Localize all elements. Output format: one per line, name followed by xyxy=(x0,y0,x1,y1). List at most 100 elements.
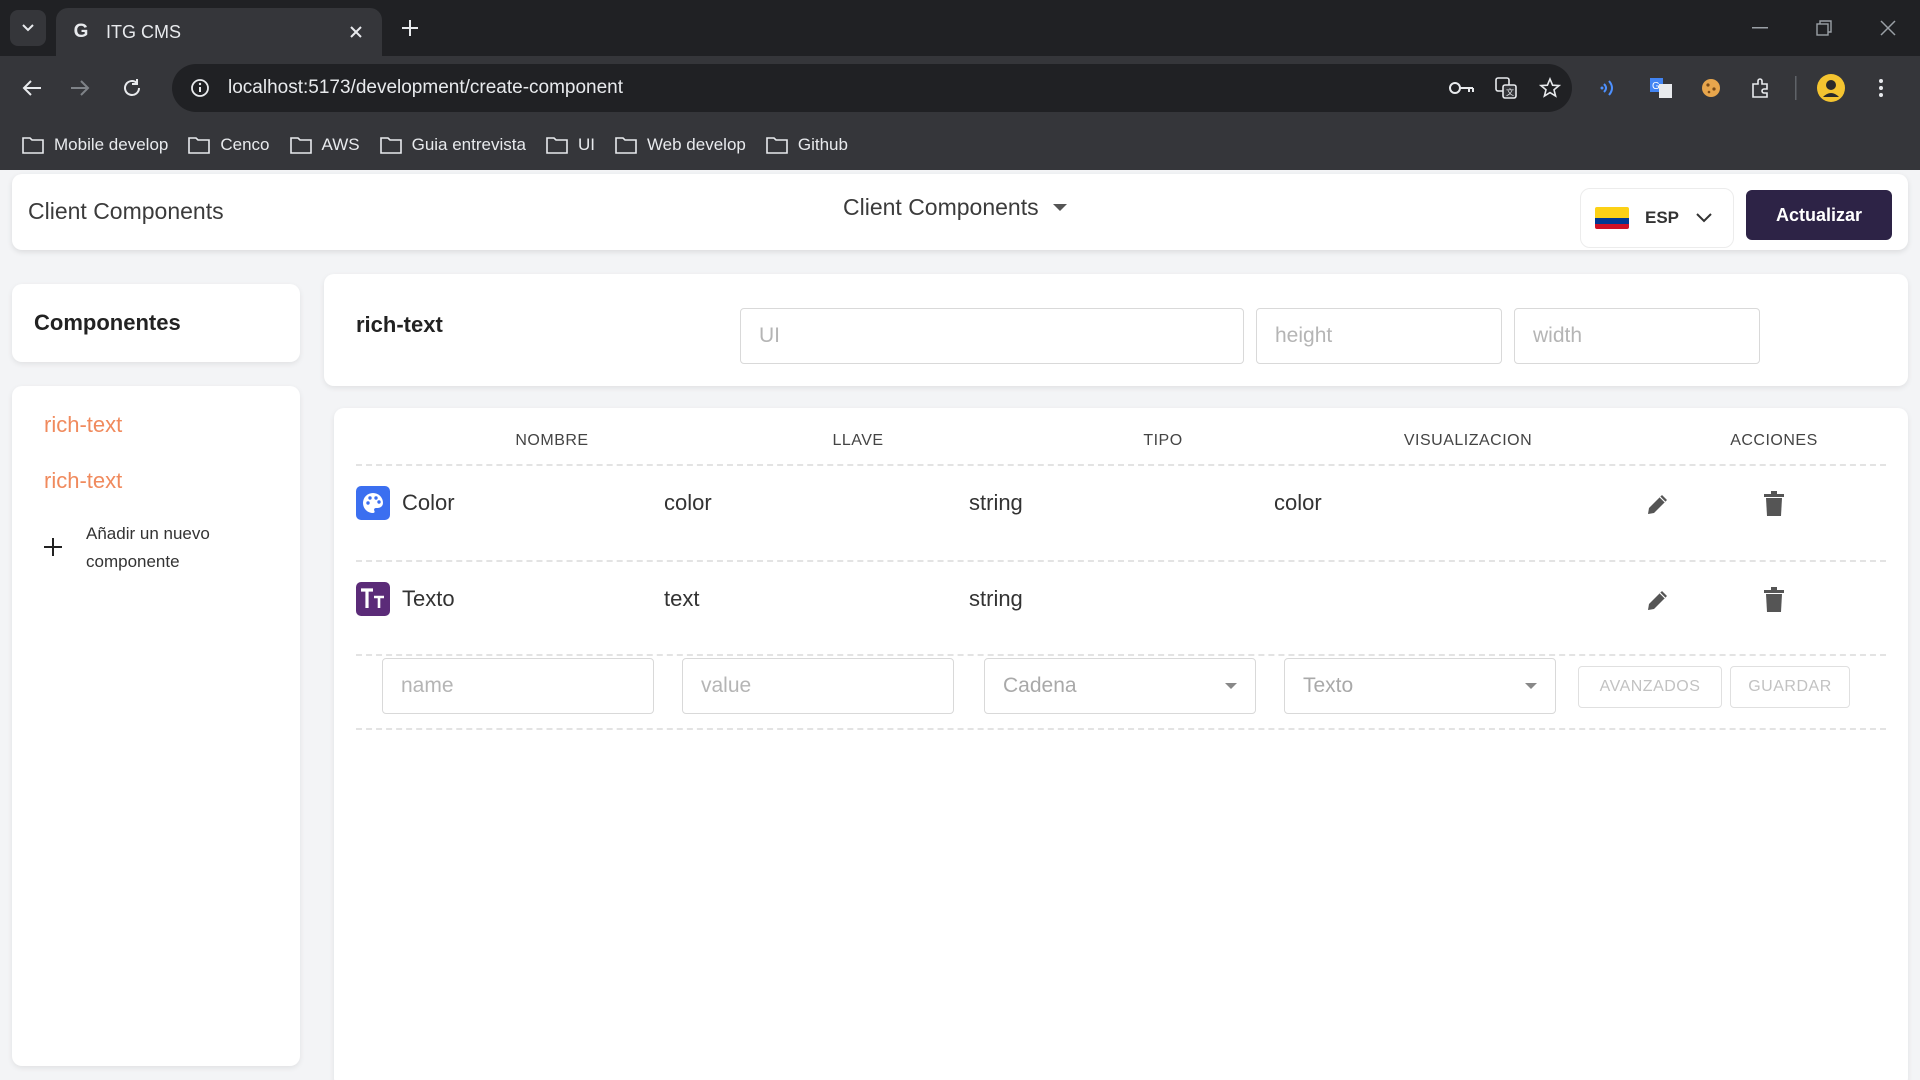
bookmarks-bar: Mobile develop Cenco AWS Guia entrevista… xyxy=(0,120,1920,170)
folder-icon xyxy=(289,137,312,154)
tab-search-button[interactable] xyxy=(10,10,46,46)
app-header: Client Components Client Components ESP … xyxy=(12,174,1908,250)
svg-text:G: G xyxy=(1652,81,1660,92)
language-code: ESP xyxy=(1645,208,1680,227)
browser-toolbar: localhost:5173/development/create-compon… xyxy=(0,56,1920,120)
extensions-puzzle-icon[interactable] xyxy=(1736,64,1786,112)
column-header-nombre: NOMBRE xyxy=(515,432,589,449)
bookmark-folder[interactable]: Web develop xyxy=(607,128,758,162)
bookmark-label: Mobile develop xyxy=(54,135,169,154)
advanced-button[interactable]: AVANZADOS xyxy=(1578,666,1722,708)
field-name: Color xyxy=(402,490,455,515)
browser-tab[interactable]: G ITG CMS xyxy=(56,8,382,56)
window-controls xyxy=(1728,0,1920,56)
toolbar-divider xyxy=(1786,64,1806,112)
tab-title: ITG CMS xyxy=(106,21,181,42)
new-field-display-select[interactable]: Texto xyxy=(1284,658,1556,714)
edit-pencil-icon[interactable] xyxy=(1638,580,1678,620)
tab-favicon-icon: G xyxy=(73,21,89,42)
site-info-icon[interactable] xyxy=(176,64,224,112)
bookmark-label: UI xyxy=(577,135,595,154)
new-field-row: Cadena Texto AVANZADOS GUARDAR xyxy=(356,658,1886,718)
caret-down-icon xyxy=(1225,683,1237,689)
edit-pencil-icon[interactable] xyxy=(1638,484,1678,524)
arrow-left-icon xyxy=(22,80,41,96)
profile-avatar[interactable] xyxy=(1806,64,1856,112)
extension-translate-icon[interactable]: G xyxy=(1636,64,1686,112)
bookmark-star-icon[interactable] xyxy=(1528,66,1572,110)
close-icon[interactable] xyxy=(344,20,368,44)
sidebar-item-rich-text[interactable]: rich-text xyxy=(44,412,122,438)
trash-icon[interactable] xyxy=(1754,580,1794,620)
app-viewport: Client Components Client Components ESP … xyxy=(0,170,1920,1080)
table-row: Color color string color xyxy=(356,466,1886,542)
folder-icon xyxy=(188,137,211,154)
field-display: color xyxy=(1274,490,1322,515)
bookmark-label: Guia entrevista xyxy=(411,135,526,154)
sidebar-item-rich-text[interactable]: rich-text xyxy=(44,468,122,494)
component-header-card: rich-text xyxy=(324,274,1908,386)
browser-tabstrip: G ITG CMS xyxy=(0,0,1920,56)
new-field-value-input[interactable] xyxy=(682,658,954,714)
new-field-name-input[interactable] xyxy=(382,658,654,714)
field-name: Texto xyxy=(402,586,455,611)
field-type: string xyxy=(969,586,1023,611)
new-field-type-select[interactable]: Cadena xyxy=(984,658,1256,714)
field-key: text xyxy=(664,586,700,611)
forward-button[interactable] xyxy=(62,70,98,106)
project-dropdown-label: Client Components xyxy=(843,194,1039,220)
close-window-button[interactable] xyxy=(1856,0,1920,56)
folder-icon xyxy=(766,137,788,154)
plus-icon xyxy=(38,532,68,562)
width-input[interactable] xyxy=(1514,308,1760,364)
address-bar[interactable]: localhost:5173/development/create-compon… xyxy=(172,64,1572,112)
type-select-value: Cadena xyxy=(1003,674,1077,697)
column-header-visualizacion: VISUALIZACION xyxy=(1403,432,1533,449)
sidebar-title: Componentes xyxy=(34,310,181,335)
bookmark-folder[interactable]: Github xyxy=(758,128,860,162)
bookmark-folder[interactable]: UI xyxy=(538,128,607,162)
password-key-icon[interactable] xyxy=(1440,66,1484,110)
language-dropdown[interactable]: ESP xyxy=(1580,188,1734,248)
add-component-button[interactable]: Añadir un nuevo componente xyxy=(38,520,246,576)
bookmark-label: Github xyxy=(797,135,848,154)
fields-table: NOMBRE LLAVE TIPO VISUALIZACION ACCIONES… xyxy=(334,408,1908,1080)
bookmark-folder[interactable]: Guia entrevista xyxy=(372,128,538,162)
new-tab-button[interactable] xyxy=(394,12,426,44)
trash-icon[interactable] xyxy=(1754,484,1794,524)
table-row: Texto text string xyxy=(356,562,1886,638)
extension-signal-icon[interactable] xyxy=(1586,64,1636,112)
column-header-llave: LLAVE xyxy=(832,432,884,449)
folder-icon xyxy=(379,137,402,154)
minimize-button[interactable] xyxy=(1728,0,1792,56)
bookmark-folder[interactable]: Cenco xyxy=(180,128,281,162)
ui-input[interactable] xyxy=(740,308,1244,364)
browser-menu-icon[interactable] xyxy=(1856,64,1906,112)
back-button[interactable] xyxy=(14,70,50,106)
update-button[interactable]: Actualizar xyxy=(1746,190,1892,240)
bookmark-folder[interactable]: AWS xyxy=(282,128,372,162)
extension-cookie-icon[interactable] xyxy=(1686,64,1736,112)
column-header-tipo: TIPO xyxy=(1143,432,1183,449)
restore-button[interactable] xyxy=(1792,0,1856,56)
url-text[interactable]: localhost:5173/development/create-compon… xyxy=(228,77,1440,99)
bookmark-folder[interactable]: Mobile develop xyxy=(14,128,180,162)
height-input[interactable] xyxy=(1256,308,1502,364)
component-name: rich-text xyxy=(356,312,443,337)
sidebar-component-list: rich-text rich-text Añadir un nuevo comp… xyxy=(12,386,300,1066)
chevron-down-icon xyxy=(1696,213,1712,223)
project-dropdown[interactable]: Client Components xyxy=(843,194,1067,221)
column-header-acciones: ACCIONES xyxy=(1730,432,1818,449)
svg-text:文: 文 xyxy=(1506,87,1514,97)
reload-icon xyxy=(124,79,140,96)
reload-button[interactable] xyxy=(114,70,150,106)
palette-icon xyxy=(356,486,390,520)
caret-down-icon xyxy=(1052,204,1067,211)
text-format-icon xyxy=(356,582,390,616)
save-button[interactable]: GUARDAR xyxy=(1730,666,1850,708)
bookmark-label: Web develop xyxy=(646,135,746,154)
chevron-down-icon xyxy=(22,24,34,32)
translate-icon[interactable]: 文 xyxy=(1484,66,1528,110)
sidebar-header-card: Componentes xyxy=(12,284,300,362)
table-divider xyxy=(356,654,1886,656)
